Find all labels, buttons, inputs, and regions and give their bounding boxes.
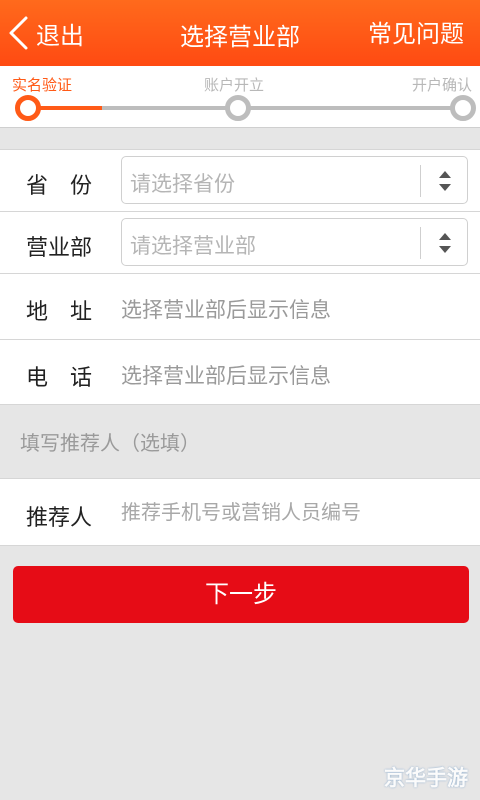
province-placeholder: 请选择省份 <box>130 172 235 196</box>
app-header: 退出 选择营业部 常见问题 <box>0 0 480 66</box>
phone-label: 电 话 <box>26 366 93 391</box>
address-label: 地 址 <box>26 300 93 325</box>
watermark-logo: 京华手游 <box>384 766 468 790</box>
province-select[interactable]: 请选择省份 <box>121 156 468 204</box>
branch-row: 营业部 请选择营业部 <box>0 212 480 274</box>
referrer-label: 推荐人 <box>26 506 93 531</box>
address-value: 选择营业部后显示信息 <box>121 298 331 322</box>
step-dot-verify <box>15 95 41 121</box>
referrer-section-title: 填写推荐人（选填） <box>20 431 200 455</box>
branch-select[interactable]: 请选择营业部 <box>121 218 468 266</box>
step-label-open-account: 账户开立 <box>204 76 265 94</box>
address-row: 地 址 选择营业部后显示信息 <box>0 274 480 340</box>
branch-label: 营业部 <box>26 236 93 261</box>
select-divider <box>420 227 421 259</box>
step-label-verify: 实名验证 <box>12 76 73 94</box>
faq-button[interactable]: 常见问题 <box>368 14 464 49</box>
province-label: 省 份 <box>26 174 93 199</box>
step-dot-open-account <box>225 95 251 121</box>
sort-icon <box>439 171 451 191</box>
next-step-button[interactable]: 下一步 <box>13 566 469 623</box>
step-label-confirm: 开户确认 <box>411 76 472 94</box>
select-divider <box>420 165 421 197</box>
step-dot-confirm <box>450 95 476 121</box>
progress-stepper: 实名验证 账户开立 开户确认 <box>0 66 480 128</box>
referrer-input[interactable] <box>121 495 461 529</box>
province-row: 省 份 请选择省份 <box>0 149 480 212</box>
sort-icon <box>439 233 451 253</box>
phone-row: 电 话 选择营业部后显示信息 <box>0 340 480 405</box>
phone-value: 选择营业部后显示信息 <box>121 364 331 388</box>
branch-placeholder: 请选择营业部 <box>130 234 256 258</box>
